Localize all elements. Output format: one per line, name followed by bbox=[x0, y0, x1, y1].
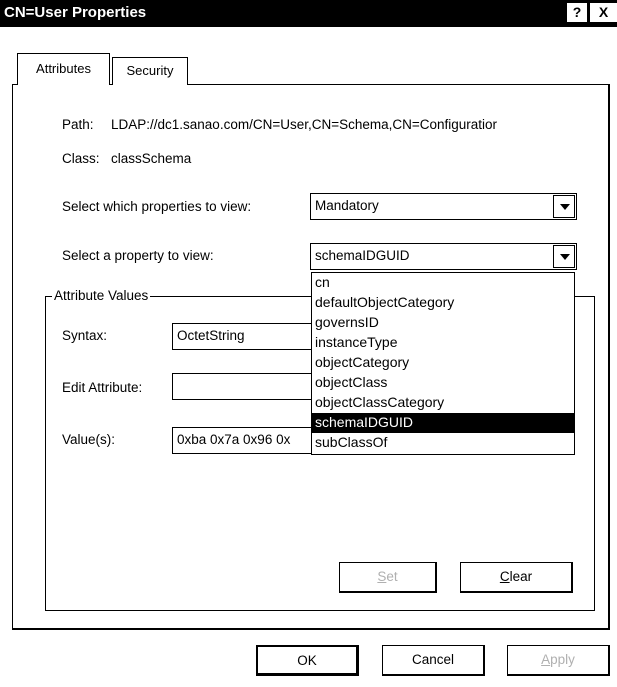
dropdown-option-objectcategory[interactable]: objectCategory bbox=[312, 353, 574, 373]
cancel-button[interactable]: Cancel bbox=[382, 645, 485, 676]
dropdown-option-governsid[interactable]: governsID bbox=[312, 313, 574, 333]
property-select-value: schemaIDGUID bbox=[315, 248, 410, 263]
window-title: CN=User Properties bbox=[4, 4, 147, 21]
help-button[interactable]: ? bbox=[567, 3, 588, 23]
property-select-label: Select a property to view: bbox=[62, 248, 214, 263]
property-dropdown-list[interactable]: cn defaultObjectCategory governsID insta… bbox=[311, 272, 575, 455]
apply-button-label: pply bbox=[550, 652, 575, 667]
chevron-down-icon[interactable] bbox=[553, 195, 575, 218]
dropdown-option-cn[interactable]: cn bbox=[312, 273, 574, 293]
set-button[interactable]: Set bbox=[339, 562, 437, 593]
view-properties-label: Select which properties to view: bbox=[62, 199, 252, 214]
apply-button[interactable]: Apply bbox=[507, 645, 610, 676]
values-list[interactable]: 0xba 0x7a 0x96 0x bbox=[172, 427, 332, 454]
tab-security[interactable]: Security bbox=[112, 57, 188, 85]
apply-button-mnemonic: A bbox=[541, 652, 551, 667]
title-bar[interactable]: CN=User Properties ? X bbox=[0, 0, 617, 27]
edit-attribute-input[interactable] bbox=[172, 373, 332, 400]
view-properties-select[interactable]: Mandatory bbox=[310, 193, 577, 220]
edit-attribute-label: Edit Attribute: bbox=[62, 380, 143, 395]
dropdown-option-objectclass[interactable]: objectClass bbox=[312, 373, 574, 393]
path-label: Path: bbox=[62, 117, 94, 132]
dropdown-option-instancetype[interactable]: instanceType bbox=[312, 333, 574, 353]
clear-button-label: lear bbox=[509, 569, 533, 584]
class-label: Class: bbox=[62, 151, 100, 166]
values-label: Value(s): bbox=[62, 432, 116, 447]
ok-button[interactable]: OK bbox=[256, 645, 359, 676]
property-select[interactable]: schemaIDGUID bbox=[310, 243, 577, 270]
dropdown-option-subclassof[interactable]: subClassOf bbox=[312, 433, 574, 453]
class-value: classSchema bbox=[111, 151, 192, 166]
dropdown-option-schemaidguid[interactable]: schemaIDGUID bbox=[312, 413, 574, 433]
attribute-values-title: Attribute Values bbox=[52, 288, 151, 303]
tab-attributes[interactable]: Attributes bbox=[17, 53, 110, 85]
path-value: LDAP://dc1.sanao.com/CN=User,CN=Schema,C… bbox=[111, 117, 498, 132]
set-button-label: et bbox=[386, 569, 398, 584]
clear-button-mnemonic: C bbox=[499, 569, 510, 584]
chevron-down-icon[interactable] bbox=[553, 245, 575, 268]
properties-dialog: CN=User Properties ? X Attributes Securi… bbox=[0, 0, 617, 687]
syntax-field: OctetString bbox=[172, 323, 332, 350]
view-properties-value: Mandatory bbox=[315, 198, 379, 213]
dropdown-option-objectclasscategory[interactable]: objectClassCategory bbox=[312, 393, 574, 413]
dropdown-option-defaultobjectcategory[interactable]: defaultObjectCategory bbox=[312, 293, 574, 313]
syntax-label: Syntax: bbox=[62, 328, 108, 343]
close-button[interactable]: X bbox=[590, 3, 617, 23]
clear-button[interactable]: Clear bbox=[460, 562, 573, 593]
